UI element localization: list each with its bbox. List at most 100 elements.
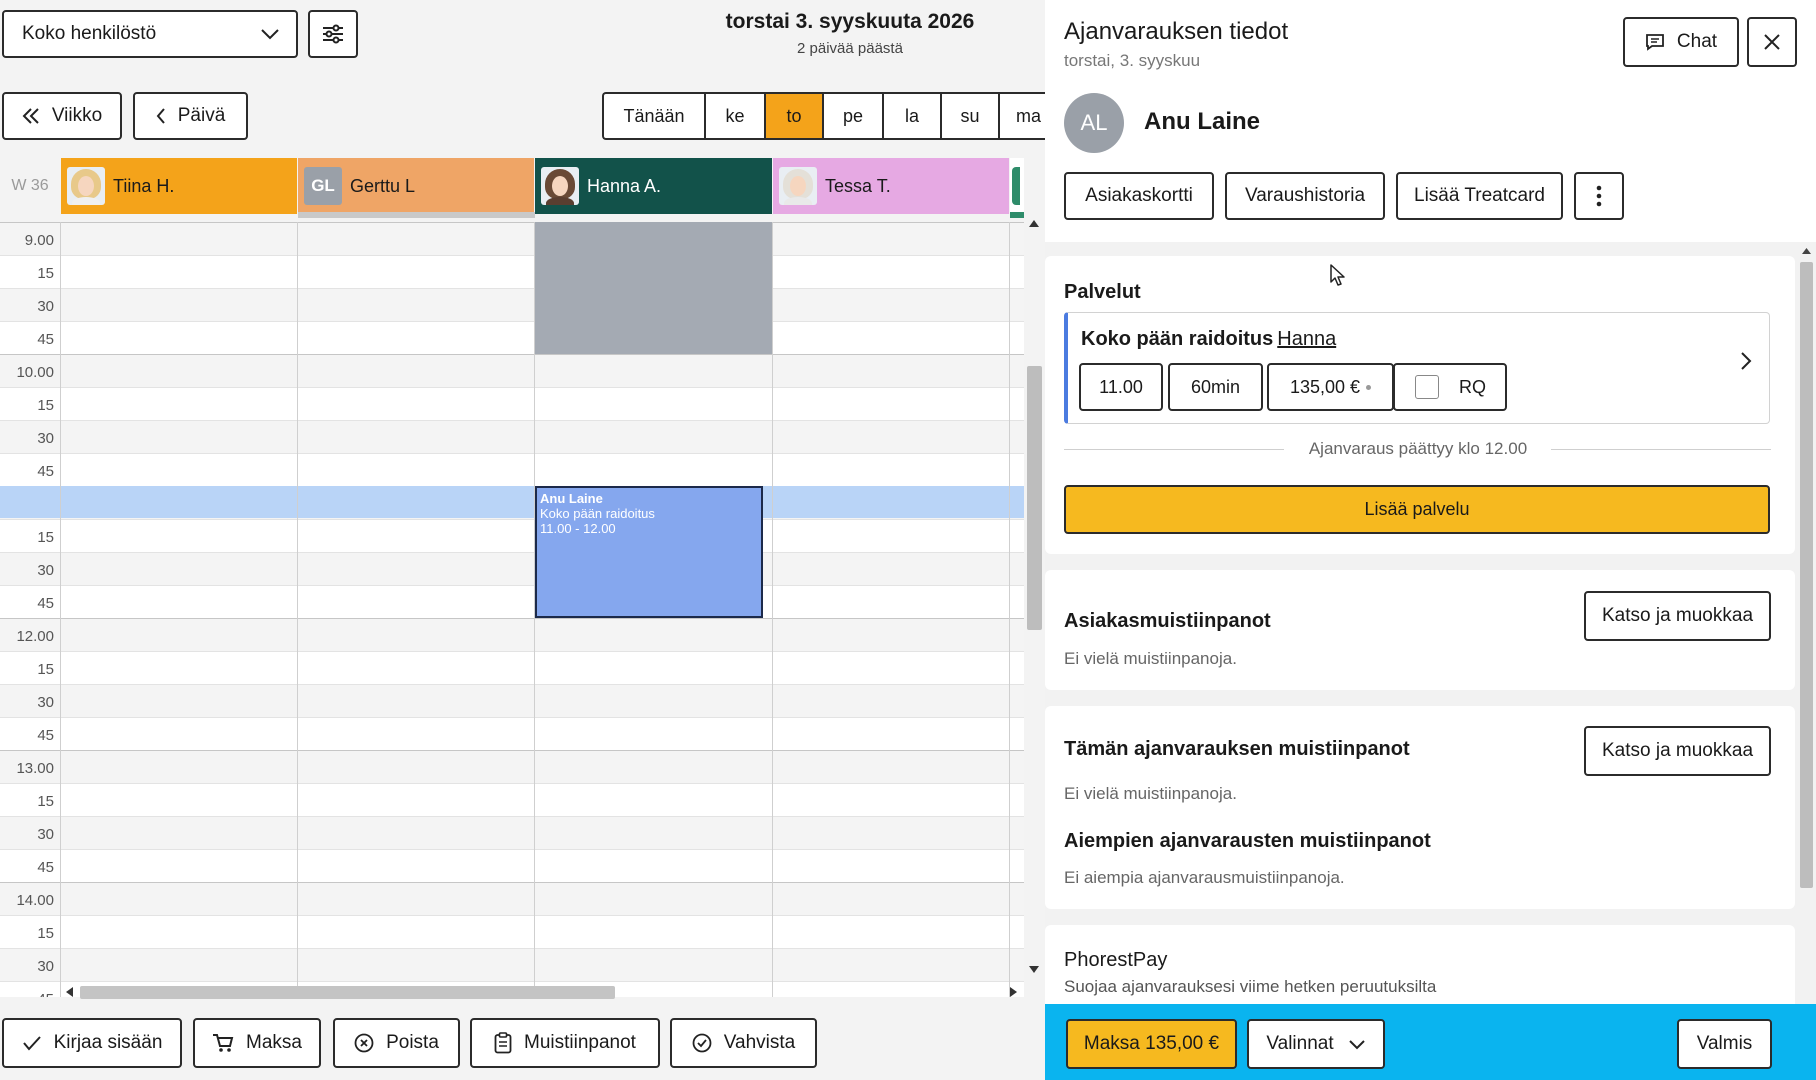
time-slot-row[interactable]: 45 bbox=[0, 717, 1024, 750]
pay-total-button[interactable]: Maksa 135,00 € bbox=[1066, 1019, 1237, 1069]
time-slot-row[interactable]: 30 bbox=[0, 288, 1024, 321]
time-label: 45 bbox=[0, 982, 56, 997]
day-selector: Tänään ke to pe la su ma bbox=[602, 92, 1045, 140]
scroll-right-icon[interactable] bbox=[1010, 987, 1017, 997]
chevron-right-icon[interactable] bbox=[1740, 351, 1752, 376]
delete-button[interactable]: Poista bbox=[333, 1018, 460, 1068]
staff-column-header[interactable]: GL Gerttu L bbox=[298, 158, 534, 214]
rq-checkbox[interactable] bbox=[1415, 375, 1439, 399]
booking-notes-empty: Ei vielä muistiinpanoja. bbox=[1064, 784, 1237, 803]
check-circle-icon bbox=[692, 1033, 712, 1053]
time-slot-row[interactable]: 15 bbox=[0, 255, 1024, 288]
rq-toggle[interactable]: RQ bbox=[1393, 363, 1507, 411]
service-duration-value: 60min bbox=[1190, 376, 1241, 397]
time-slot-row[interactable]: 10.00 bbox=[0, 354, 1024, 387]
service-time-field[interactable]: 11.00 bbox=[1079, 363, 1163, 411]
close-icon bbox=[1763, 33, 1781, 51]
chevron-down-icon bbox=[260, 28, 280, 40]
staff-name: Tiina H. bbox=[113, 175, 175, 196]
checkin-button[interactable]: Kirjaa sisään bbox=[2, 1018, 182, 1068]
pay-button[interactable]: Maksa bbox=[193, 1018, 321, 1068]
filter-settings-button[interactable] bbox=[308, 10, 358, 58]
appointment-block[interactable]: Anu Laine Koko pään raidoitus 11.00 - 12… bbox=[535, 486, 763, 618]
time-slot-row[interactable]: 45 bbox=[0, 453, 1024, 486]
staff-column-header[interactable]: Tessa T. bbox=[773, 158, 1009, 214]
rq-label: RQ bbox=[1459, 376, 1486, 397]
add-service-button[interactable]: Lisää palvelu bbox=[1064, 485, 1770, 534]
scroll-thumb[interactable] bbox=[80, 986, 615, 999]
booking-history-button[interactable]: Varaushistoria bbox=[1225, 172, 1385, 220]
time-grid[interactable]: 9.0015304510.0015304511.0015304512.00153… bbox=[0, 222, 1024, 997]
notes-button[interactable]: Muistiinpanot bbox=[470, 1018, 660, 1068]
add-service-label: Lisää palvelu bbox=[1364, 499, 1470, 519]
time-slot-row[interactable]: 15 bbox=[0, 915, 1024, 948]
staff-column-header[interactable]: Hanna A. bbox=[535, 158, 772, 214]
scroll-thumb[interactable] bbox=[1800, 262, 1813, 888]
day-sun[interactable]: su bbox=[942, 94, 1000, 138]
time-slot-row[interactable]: 30 bbox=[0, 948, 1024, 981]
time-slot-row[interactable]: 45 bbox=[0, 849, 1024, 882]
appointment-time: 11.00 - 12.00 bbox=[540, 521, 616, 536]
staff-column-header-partial[interactable] bbox=[1010, 158, 1024, 214]
prev-day-button[interactable]: Päivä bbox=[133, 92, 248, 140]
confirm-button[interactable]: Vahvista bbox=[670, 1018, 817, 1068]
panel-footer: Maksa 135,00 € Valinnat Valmis bbox=[1045, 1004, 1816, 1080]
time-slot-row[interactable]: 30 bbox=[0, 684, 1024, 717]
staff-avatar bbox=[779, 167, 817, 205]
staff-column-header[interactable]: Tiina H. bbox=[61, 158, 297, 214]
service-duration-field[interactable]: 60min bbox=[1168, 363, 1263, 411]
service-staff-link[interactable]: Hanna bbox=[1277, 328, 1336, 350]
staff-filter-dropdown[interactable]: Koko henkilöstö bbox=[2, 10, 298, 58]
calendar-vertical-scrollbar[interactable] bbox=[1024, 214, 1045, 1004]
time-slot-row[interactable]: 14.00 bbox=[0, 882, 1024, 915]
cart-icon bbox=[212, 1033, 234, 1053]
day-thu[interactable]: to bbox=[766, 94, 824, 138]
time-label: 9.00 bbox=[24, 232, 54, 249]
time-slot-row[interactable]: 45 bbox=[0, 321, 1024, 354]
scroll-thumb[interactable] bbox=[1027, 366, 1042, 630]
more-options-button[interactable] bbox=[1574, 172, 1624, 220]
customer-card-label: Asiakaskortti bbox=[1085, 185, 1193, 206]
time-slot-row[interactable]: 30 bbox=[0, 420, 1024, 453]
scroll-up-icon[interactable] bbox=[1802, 248, 1811, 254]
day-today[interactable]: Tänään bbox=[604, 94, 706, 138]
booking-notes-edit-button[interactable]: Katso ja muokkaa bbox=[1584, 726, 1771, 776]
staff-name: Hanna A. bbox=[587, 175, 662, 196]
prev-week-button[interactable]: Viikko bbox=[2, 92, 122, 140]
options-dropdown[interactable]: Valinnat bbox=[1247, 1019, 1385, 1069]
add-treatcard-button[interactable]: Lisää Treatcard bbox=[1396, 172, 1563, 220]
time-slot-row[interactable]: 30 bbox=[0, 552, 1024, 585]
time-label: 30 bbox=[37, 694, 54, 711]
time-slot-row[interactable]: 45 bbox=[0, 585, 1024, 618]
delete-label: Poista bbox=[386, 1032, 439, 1053]
time-label: 15 bbox=[37, 793, 54, 810]
time-label: 14.00 bbox=[16, 892, 54, 909]
day-sat[interactable]: la bbox=[884, 94, 942, 138]
app-root: Koko henkilöstö torstai 3. syyskuuta 202… bbox=[0, 0, 1816, 1080]
done-button[interactable]: Valmis bbox=[1677, 1019, 1772, 1069]
time-slot-row[interactable]: 15 bbox=[0, 519, 1024, 552]
panel-vertical-scrollbar[interactable] bbox=[1797, 242, 1816, 1080]
time-slot-row[interactable]: 15 bbox=[0, 387, 1024, 420]
customer-notes-edit-button[interactable]: Katso ja muokkaa bbox=[1584, 591, 1771, 641]
service-item[interactable]: Koko pään raidoitus Hanna 11.00 60min 135… bbox=[1064, 312, 1770, 424]
staff-header-row: W 36 Tiina H. GL Gerttu L Hanna A. Tessa… bbox=[0, 158, 1045, 218]
time-slot-row[interactable]: 9.00 bbox=[0, 222, 1024, 255]
chat-button[interactable]: Chat bbox=[1623, 17, 1739, 67]
time-slot-row[interactable]: 15 bbox=[0, 651, 1024, 684]
time-slot-row[interactable]: 13.00 bbox=[0, 750, 1024, 783]
customer-card-button[interactable]: Asiakaskortti bbox=[1064, 172, 1214, 220]
calendar-horizontal-scrollbar[interactable] bbox=[60, 982, 1020, 1000]
day-wed[interactable]: ke bbox=[706, 94, 766, 138]
scroll-down-icon[interactable] bbox=[1029, 966, 1039, 973]
time-slot-row[interactable]: 12.00 bbox=[0, 618, 1024, 651]
day-fri[interactable]: pe bbox=[824, 94, 884, 138]
day-mon[interactable]: ma bbox=[1000, 94, 1045, 138]
time-slot-row[interactable]: 30 bbox=[0, 816, 1024, 849]
service-price-field[interactable]: 135,00 € bbox=[1267, 363, 1394, 411]
check-icon bbox=[22, 1035, 42, 1051]
time-slot-row[interactable]: 15 bbox=[0, 783, 1024, 816]
scroll-up-icon[interactable] bbox=[1029, 220, 1039, 227]
scroll-left-icon[interactable] bbox=[66, 987, 73, 997]
close-button[interactable] bbox=[1747, 17, 1797, 67]
